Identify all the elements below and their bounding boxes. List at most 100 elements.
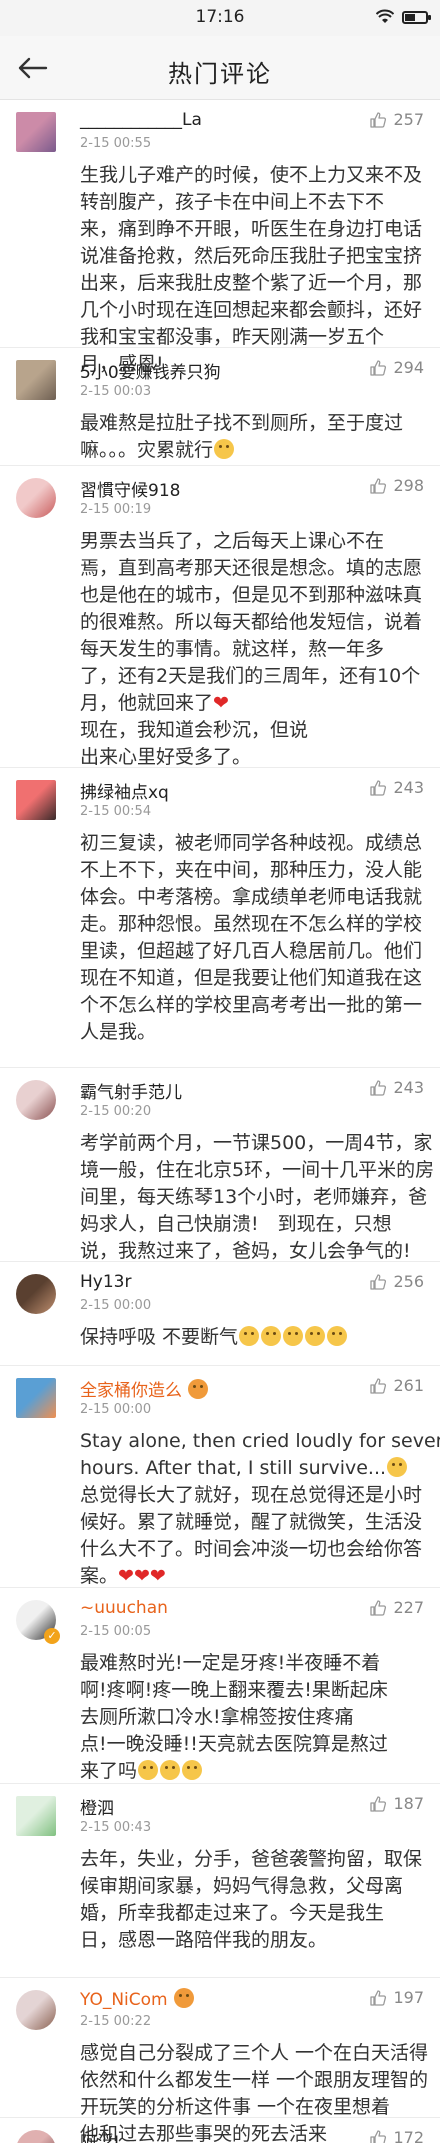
- avatar[interactable]: [16, 780, 56, 820]
- comment-username[interactable]: Hy13r: [80, 1272, 131, 1292]
- comment-text: Stay alone, then cried loudly for severa…: [80, 1428, 440, 1590]
- comment-username[interactable]: 拂绿袖点xq: [80, 778, 169, 803]
- like-count: 197: [393, 1988, 424, 2007]
- comment-line: 婚，所幸我都走过来了。今天是我生: [80, 1902, 385, 1924]
- comment-username[interactable]: 橙泗: [80, 1794, 114, 1819]
- comment-text: 初三复读，被老师同学各种歧视。成绩总 不上不下，夹在中间，那种压力，没人能 体会。中…: [80, 830, 426, 1046]
- smiley-emoji-icon: [138, 1760, 159, 1780]
- like-button[interactable]: 257: [369, 110, 424, 129]
- comment-line: 每天发生的事情。就这样，熬一年多: [80, 638, 385, 660]
- like-button[interactable]: 243: [369, 1078, 424, 1097]
- comment-line: 人是我。: [80, 1021, 157, 1043]
- comment-line: 几个小时现在连回想起来都会颤抖，还好: [80, 299, 423, 321]
- comment-line: 转剖腹产，孩子卡在中间上不去下不: [80, 191, 385, 213]
- battery-icon: [402, 10, 431, 24]
- thumbs-up-icon: [370, 1599, 387, 1616]
- thumbs-up-icon: [370, 1273, 387, 1290]
- comment-line: 间里，每天练琴13个小时，老师嫌弃，爸: [80, 1186, 428, 1208]
- comment-line: 去厕所漱口冷水!拿棉签按住疼痛: [80, 1706, 354, 1728]
- comment-text: 最难熬时光!一定是牙疼!半夜睡不着 啊!疼啊!疼一晚上翻来覆去!果断起床 去厕所漱口…: [80, 1650, 426, 1785]
- vip-badge-icon: [188, 1379, 208, 1399]
- comment-line: 出来心里好受多了。: [80, 746, 252, 768]
- comment-text: 生我儿子难产的时候，使不上力又来不及 转剖腹产，孩子卡在中间上不去下不 来，痛到睁不…: [80, 162, 426, 378]
- comment-line: 出来，后来我肚皮整个紫了近一个月，那: [80, 272, 423, 294]
- comment-username[interactable]: YO_NiCom: [80, 1988, 195, 2010]
- comment-text: 男票去当兵了，之后每天上课心不在 焉，直到高考那天还很是想念。填的志愿 也是他在的城…: [80, 528, 426, 771]
- comment-line: hours. After that, I still survive...: [80, 1455, 426, 1482]
- comment-item[interactable]: 拂绿袖点xq 2-15 00:54 243 初三复读，被老师同学各种歧视。成绩总 不上不…: [0, 768, 440, 1068]
- like-button[interactable]: 256: [369, 1272, 424, 1291]
- comment-item[interactable]: ✓ ~uuuchan 2-15 00:05 227 最难熬时光!一定是牙疼!半夜睡不着啊…: [0, 1588, 440, 1784]
- avatar[interactable]: [16, 478, 56, 518]
- comment-line: 保持呼吸 不要断气: [80, 1324, 426, 1351]
- comment-line: 月，他就回来了❤: [80, 692, 229, 714]
- comment-line: 体会。中考落榜。拿成绩单老师电话我就: [80, 886, 423, 908]
- comment-username[interactable]: 5小0要赚钱养只狗: [80, 358, 221, 383]
- comment-item[interactable]: ____________La 2-15 00:55 257 生我儿子难产的时候，使不上…: [0, 100, 440, 375]
- comment-time: 2-15 00:05: [80, 1624, 152, 1639]
- avatar[interactable]: [16, 1080, 56, 1120]
- comment-line: 总觉得长大了就好，现在总觉得还是小时: [80, 1484, 423, 1506]
- avatar[interactable]: [16, 1796, 56, 1836]
- comment-time: 2-15 00:03: [80, 384, 152, 399]
- comment-item[interactable]: 習慣守候918 2-15 00:19 298 男票去当兵了，之后每天上课心不在 焉，直到…: [0, 466, 440, 768]
- comment-item[interactable]: 霸气射手范儿 2-15 00:20 243 考学前两个月，一节课500，一周4节，家境…: [0, 1068, 440, 1262]
- heart-emoji-icon: ❤: [133, 1565, 150, 1587]
- smiley-emoji-icon: [261, 1326, 282, 1346]
- heart-emoji-icon: ❤: [213, 692, 229, 714]
- comment-username[interactable]: 霸气射手范儿: [80, 1078, 182, 1103]
- like-button[interactable]: 261: [369, 1376, 424, 1395]
- comment-line: 去年，失业，分手，爸爸袭警拘留，取保: [80, 1848, 423, 1870]
- comment-time: 2-15 00:54: [80, 804, 152, 819]
- nav-bar: 热门评论: [0, 36, 440, 100]
- like-button[interactable]: 294: [369, 358, 424, 377]
- comment-line: 点!一晚没睡!!天亮就去医院算是熬过: [80, 1733, 388, 1755]
- avatar[interactable]: [16, 1378, 56, 1418]
- comment-time: 2-15 00:22: [80, 2014, 152, 2029]
- comment-line: 候审期间家暴，妈妈气得急救，父母离: [80, 1875, 404, 1897]
- comment-line: 里读，但超越了好几百人稳居前几。他们: [80, 940, 423, 962]
- comment-item[interactable]: 阿浮I2-15 00:38172难熬的是分手那段时间每天起床都要回顾一遍他离开的…: [0, 2118, 440, 2143]
- like-button[interactable]: 227: [369, 1598, 424, 1617]
- comment-username[interactable]: 阿浮I: [80, 2128, 119, 2143]
- comment-line: 现在，我知道会秒沉，但说: [80, 719, 309, 741]
- avatar[interactable]: [16, 1274, 56, 1314]
- thumbs-up-icon: [370, 111, 387, 128]
- comment-username[interactable]: ~uuuchan: [80, 1598, 168, 1618]
- comment-item[interactable]: 橙泗 2-15 00:43 187 去年，失业，分手，爸爸袭警拘留，取保 候审期间家暴，…: [0, 1784, 440, 1978]
- comment-username[interactable]: ____________La: [80, 110, 202, 130]
- comment-username[interactable]: 全家桶你造么: [80, 1376, 209, 1401]
- comment-time: 2-15 00:55: [80, 136, 152, 151]
- thumbs-up-icon: [370, 1377, 387, 1394]
- comment-item[interactable]: 全家桶你造么 2-15 00:00 261 Stay alone, then crie…: [0, 1366, 440, 1588]
- comment-line: 感觉自己分裂成了三个人 一个在白天活得: [80, 2042, 429, 2064]
- comment-line: 不上不下，夹在中间，那种压力，没人能: [80, 859, 423, 881]
- avatar[interactable]: [16, 2130, 56, 2143]
- comment-line: 男票去当兵了，之后每天上课心不在: [80, 530, 385, 552]
- comment-item[interactable]: Hy13r 2-15 00:00 256 保持呼吸 不要断气: [0, 1262, 440, 1366]
- comment-line: 走。那种怨恨。虽然现在不怎么样的学校: [80, 913, 423, 935]
- comment-username[interactable]: 習慣守候918: [80, 476, 180, 501]
- like-count: 172: [393, 2128, 424, 2143]
- avatar[interactable]: [16, 360, 56, 400]
- like-count: 187: [393, 1794, 424, 1813]
- like-button[interactable]: 197: [369, 1988, 424, 2007]
- wifi-icon: [376, 9, 394, 23]
- like-button[interactable]: 172: [369, 2128, 424, 2143]
- avatar[interactable]: [16, 112, 56, 152]
- like-count: 298: [393, 476, 424, 495]
- comment-item[interactable]: 5小0要赚钱养只狗 2-15 00:03 294 最难熬是拉肚子找不到厕所，至于度过嘛…: [0, 348, 440, 466]
- comment-line: Stay alone, then cried loudly for severa…: [80, 1430, 440, 1452]
- comment-line: 案。❤❤❤: [80, 1565, 166, 1587]
- like-count: 261: [393, 1376, 424, 1395]
- comment-item[interactable]: YO_NiCom 2-15 00:22 197 感觉自己分裂成了三个人 一个在白天活得…: [0, 1978, 440, 2143]
- comment-line: 了，还有2天是我们的三周年，还有10个: [80, 665, 421, 687]
- like-button[interactable]: 243: [369, 778, 424, 797]
- comment-time: 2-15 00:20: [80, 1104, 152, 1119]
- verified-badge-icon: ✓: [44, 1628, 60, 1644]
- like-button[interactable]: 298: [369, 476, 424, 495]
- like-button[interactable]: 187: [369, 1794, 424, 1813]
- comment-line: 依然和什么都发生一样 一个跟朋友理智的: [80, 2069, 429, 2091]
- avatar[interactable]: [16, 1990, 56, 2030]
- comment-line: 最难熬时光!一定是牙疼!半夜睡不着: [80, 1652, 381, 1674]
